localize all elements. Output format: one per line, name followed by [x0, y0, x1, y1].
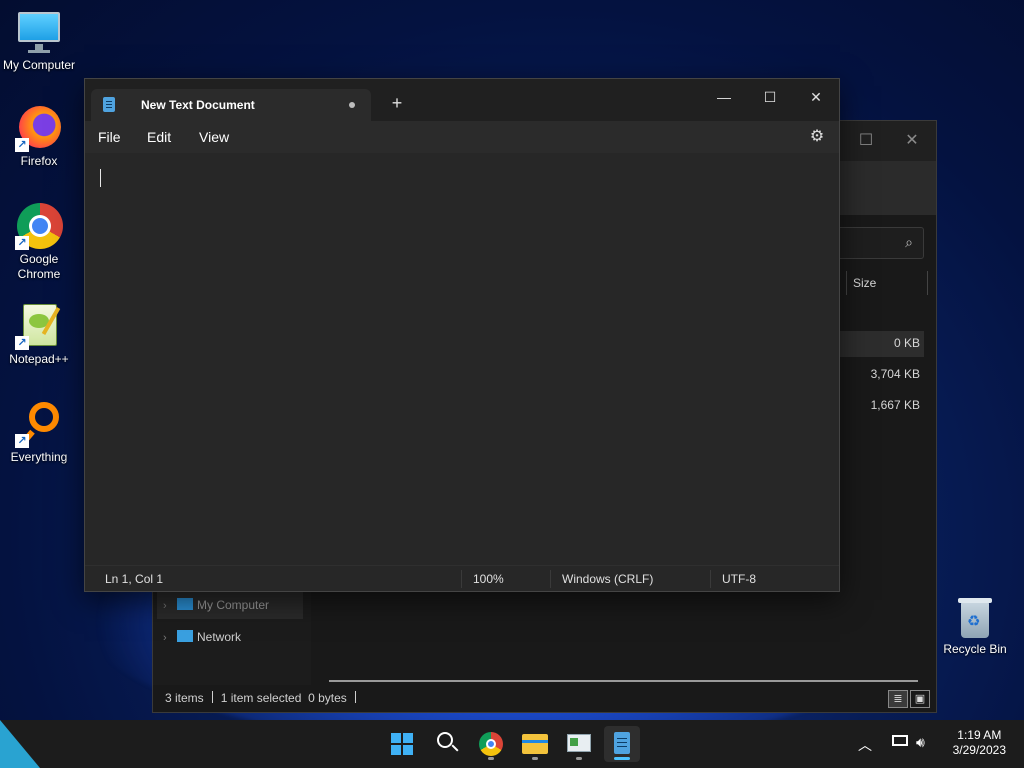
network-icon[interactable]: [890, 735, 910, 749]
file-size: 3,704 KB: [870, 367, 920, 381]
horizontal-scrollbar[interactable]: [329, 680, 918, 682]
minimize-button[interactable]: —: [701, 83, 747, 111]
menu-view[interactable]: View: [199, 129, 229, 145]
chevron-right-icon[interactable]: ›: [163, 624, 177, 652]
taskbar-chrome[interactable]: [473, 726, 509, 762]
explorer-close-button[interactable]: ✕: [900, 129, 924, 153]
nav-item-my-computer[interactable]: › My Computer: [157, 591, 303, 619]
selection-size: 0 bytes: [308, 691, 347, 705]
chrome-icon: ↗: [15, 202, 63, 250]
menu-edit[interactable]: Edit: [147, 129, 171, 145]
minimize-icon: —: [717, 89, 731, 105]
tiles-view-button[interactable]: ▣: [910, 690, 930, 708]
desktop-icon-my-computer[interactable]: My Computer: [1, 8, 77, 73]
taskbar-file-explorer[interactable]: [517, 726, 553, 762]
gear-icon[interactable]: ⚙: [807, 127, 827, 147]
file-size: 0 KB: [893, 336, 920, 350]
desktop-icon-recycle-bin[interactable]: ♻ Recycle Bin: [938, 598, 1012, 656]
desktop-icon-label: Everything: [10, 450, 68, 464]
close-icon: ✕: [810, 89, 822, 105]
zoom-level[interactable]: 100%: [473, 572, 504, 586]
navigation-pane: › My Computer › Network: [153, 591, 311, 685]
encoding[interactable]: UTF-8: [722, 572, 756, 586]
file-explorer-icon: [522, 734, 548, 754]
line-ending[interactable]: Windows (CRLF): [562, 572, 653, 586]
notepadpp-icon: ↗: [15, 302, 63, 350]
firefox-icon: ↗: [15, 104, 63, 152]
monitor-icon: [15, 8, 63, 56]
search-button[interactable]: [429, 726, 465, 762]
desktop-icon-firefox[interactable]: ↗ Firefox: [1, 104, 77, 169]
notepad-window[interactable]: New Text Document + — ☐ ✕ File Edit View…: [84, 78, 840, 592]
text-caret: [100, 169, 101, 187]
clock-date: 3/29/2023: [952, 743, 1006, 757]
widgets-corner[interactable]: [0, 720, 40, 768]
desktop-icon-label: My Computer: [2, 58, 76, 72]
desktop-icon-notepadpp[interactable]: ↗ Notepad++: [1, 302, 77, 367]
nav-item-label: My Computer: [197, 598, 270, 612]
start-button[interactable]: [384, 726, 420, 762]
selection-count: 1 item selected: [220, 691, 302, 705]
explorer-search-input[interactable]: ⌕: [834, 227, 924, 259]
notepad-icon: [614, 732, 630, 754]
maximize-button[interactable]: ☐: [747, 83, 793, 111]
explorer-maximize-button[interactable]: ☐: [854, 129, 878, 153]
menu-file[interactable]: File: [98, 129, 121, 145]
maximize-icon: ☐: [763, 89, 777, 105]
chevron-up-icon[interactable]: ︿: [858, 735, 872, 768]
chevron-right-icon[interactable]: ›: [163, 592, 177, 620]
monitor-icon: [177, 598, 193, 610]
explorer-status-bar: 3 items 1 item selected 0 bytes: [153, 684, 936, 712]
nav-item-label: Network: [197, 630, 242, 644]
desktop-icon-chrome[interactable]: ↗ Google Chrome: [1, 202, 77, 282]
column-header-size[interactable]: Size: [846, 271, 928, 295]
close-button[interactable]: ✕: [793, 83, 839, 111]
notepad-icon: [103, 97, 115, 112]
cursor-position: Ln 1, Col 1: [105, 572, 164, 586]
unsaved-indicator[interactable]: [349, 102, 355, 108]
tab-title: New Text Document: [141, 98, 255, 112]
menu-bar: File Edit View ⚙: [85, 121, 839, 153]
tab-new-text-document[interactable]: New Text Document: [91, 89, 371, 121]
file-size: 1,667 KB: [870, 398, 920, 412]
text-editor[interactable]: [85, 153, 839, 565]
taskbar: ︿ 🔊︎ 1:19 AM 3/29/2023: [0, 720, 1024, 768]
search-icon: ⌕: [905, 234, 913, 250]
notepad-status-bar: Ln 1, Col 1 100% Windows (CRLF) UTF-8: [85, 565, 839, 591]
desktop-icon-everything[interactable]: ↗ Everything: [1, 400, 77, 465]
start-icon: [391, 733, 413, 755]
desktop-icon-label: Notepad++: [9, 352, 69, 366]
nav-item-network[interactable]: › Network: [163, 623, 241, 651]
details-view-button[interactable]: ≣: [888, 690, 908, 708]
notepad-titlebar: New Text Document + — ☐ ✕: [85, 79, 839, 121]
item-count: 3 items: [165, 691, 204, 705]
clock-time: 1:19 AM: [957, 728, 1002, 742]
new-tab-button[interactable]: +: [387, 93, 407, 113]
recycle-bin-icon: ♻: [958, 598, 992, 638]
desktop-icon-label: Google Chrome: [17, 252, 61, 281]
desktop-icon-label: Recycle Bin: [943, 642, 1007, 656]
taskbar-notepad[interactable]: [604, 726, 640, 762]
clock[interactable]: 1:19 AM 3/29/2023: [953, 728, 1006, 758]
volume-icon[interactable]: 🔊︎: [916, 734, 925, 768]
desktop-icon-label: Firefox: [20, 154, 58, 168]
taskbar-control-panel[interactable]: [561, 726, 597, 762]
everything-search-icon: ↗: [15, 400, 63, 448]
network-icon: [177, 630, 193, 642]
